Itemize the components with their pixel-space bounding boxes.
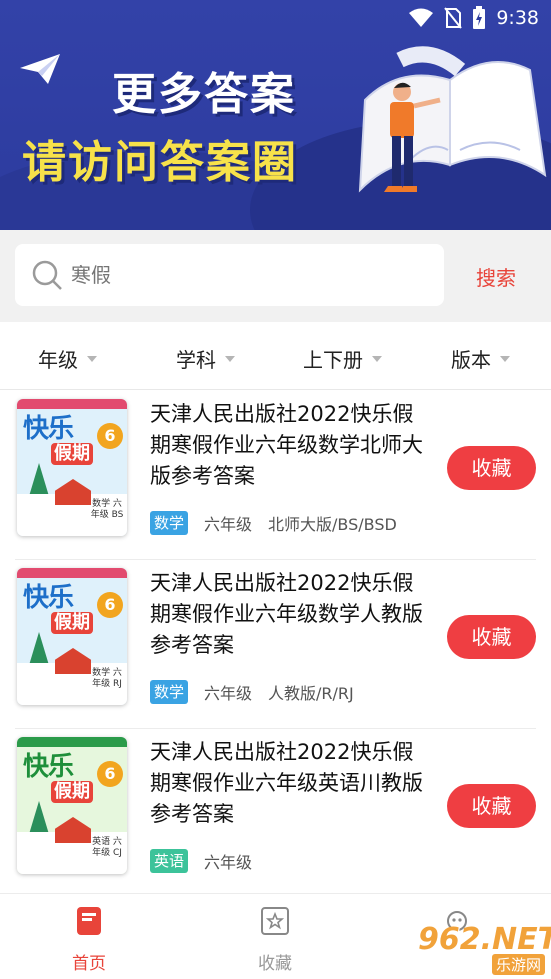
caret-down-icon [372,355,382,362]
nav-favorites[interactable]: 收藏 [258,906,292,974]
cover-band [17,737,127,747]
search-icon [31,259,63,291]
cover-band [17,399,127,409]
item-tags: 数学 六年级 人教版/R/RJ [150,680,370,704]
battery-charging-icon [472,6,486,30]
book-cover[interactable]: 快乐 假期 6 数学 六年级 BS [17,399,127,536]
caret-down-icon [87,355,97,362]
cover-title: 快乐 [23,414,74,444]
top-banner[interactable]: 9:38 更多答案 请访问答案圈 [0,0,551,230]
filter-volume[interactable]: 上下册 [303,344,382,373]
filter-grade[interactable]: 年级 [38,344,97,373]
book-icon [75,906,103,941]
item-tags: 数学 六年级 北师大版/BS/BSD [150,511,413,535]
grade-text: 六年级 [204,853,253,872]
item-title[interactable]: 天津人民出版社2022快乐假期寒假作业六年级英语川教版参考答案 [150,737,430,830]
subject-tag: 数学 [150,511,189,535]
nav-home[interactable]: 首页 [72,906,106,974]
item-title[interactable]: 天津人民出版社2022快乐假期寒假作业六年级数学人教版参考答案 [150,568,430,661]
edition-text: 北师大版/BS/BSD [268,515,397,534]
house-illustration [55,479,91,505]
grade-text: 六年级 [204,684,253,703]
search-input[interactable] [71,263,391,287]
filter-bar: 年级 学科 上下册 版本 [0,322,551,390]
no-sim-icon [444,7,463,29]
cover-title: 快乐 [23,583,74,613]
favorite-button[interactable]: 收藏 [447,446,536,490]
watermark-subtext: 乐游网 [492,954,546,975]
cover-label: 数学 六年级 RJ [92,668,122,689]
house-illustration [55,817,91,843]
search-box[interactable] [15,244,444,306]
banner-title-line2: 请访问答案圈 [22,137,298,188]
cover-grade-badge: 6 [97,423,123,449]
banner-title-line1: 更多答案 [112,69,296,120]
cover-band [17,568,127,578]
open-book-illustration [340,40,550,214]
item-title[interactable]: 天津人民出版社2022快乐假期寒假作业六年级数学北师大版参考答案 [150,399,430,492]
subject-tag: 英语 [150,849,189,873]
house-illustration [55,648,91,674]
filter-edition[interactable]: 版本 [451,344,510,373]
cover-subtitle: 假期 [51,443,93,465]
favorite-button[interactable]: 收藏 [447,615,536,659]
cover-label: 英语 六年级 CJ [92,837,122,858]
caret-down-icon [225,355,235,362]
cover-subtitle: 假期 [51,781,93,803]
answer-list: 快乐 假期 6 数学 六年级 BS 天津人民出版社2022快乐假期寒假作业六年级… [0,391,551,898]
watermark-logo: 962.NET 乐游网 [418,922,551,975]
book-cover[interactable]: 快乐 假期 6 英语 六年级 CJ [17,737,127,874]
nav-label: 首页 [72,954,106,974]
cover-grade-badge: 6 [97,592,123,618]
cover-title: 快乐 [23,752,74,782]
list-item[interactable]: 快乐 假期 6 数学 六年级 RJ 天津人民出版社2022快乐假期寒假作业六年级… [15,560,536,729]
list-item[interactable]: 快乐 假期 6 数学 六年级 BS 天津人民出版社2022快乐假期寒假作业六年级… [15,391,536,560]
subject-tag: 数学 [150,680,189,704]
book-cover[interactable]: 快乐 假期 6 数学 六年级 RJ [17,568,127,705]
cover-subtitle: 假期 [51,612,93,634]
nav-label: 收藏 [258,954,292,974]
grade-text: 六年级 [204,515,253,534]
filter-label: 版本 [451,348,491,372]
search-button[interactable]: 搜索 [476,262,516,291]
paper-plane-icon [18,52,62,90]
status-bar: 9:38 [408,6,539,30]
filter-label: 上下册 [303,348,363,372]
favorite-button[interactable]: 收藏 [447,784,536,828]
edition-text: 人教版/R/RJ [268,684,354,703]
status-time: 9:38 [496,7,539,29]
filter-subject[interactable]: 学科 [176,344,235,373]
cover-label: 数学 六年级 BS [90,499,124,520]
cover-grade-badge: 6 [97,761,123,787]
list-item[interactable]: 快乐 假期 6 英语 六年级 CJ 天津人民出版社2022快乐假期寒假作业六年级… [15,729,536,898]
item-tags: 英语 六年级 [150,849,268,873]
star-box-icon [260,906,290,941]
filter-label: 学科 [176,348,216,372]
caret-down-icon [500,355,510,362]
wifi-icon [408,8,434,28]
search-section: 搜索 [0,230,551,322]
filter-label: 年级 [38,348,78,372]
watermark-text: 962.NET [418,922,551,957]
